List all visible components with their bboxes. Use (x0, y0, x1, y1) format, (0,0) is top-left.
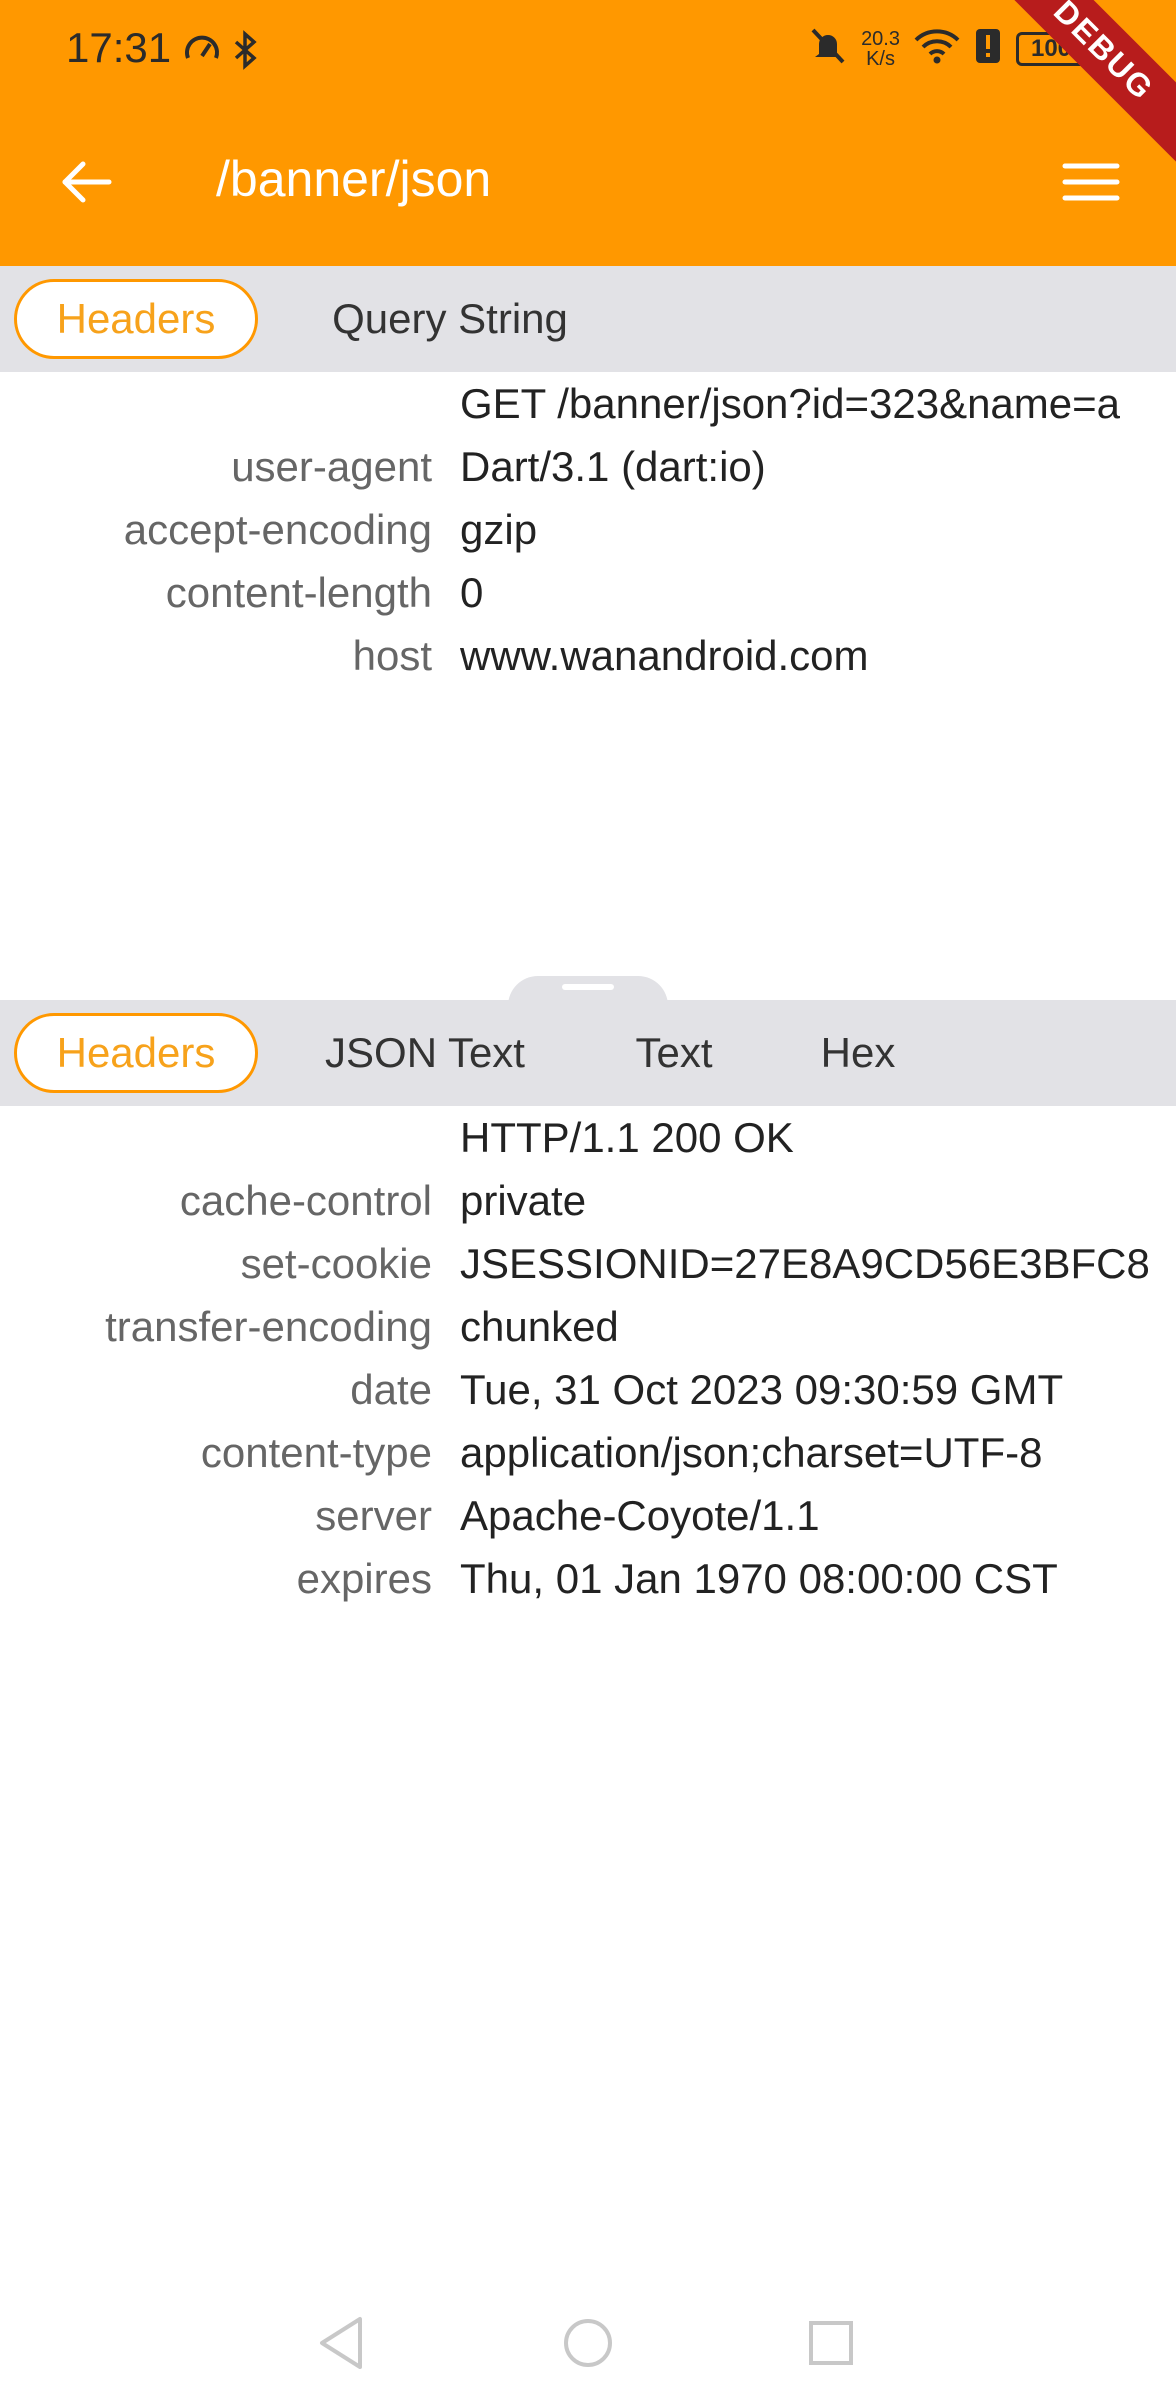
list-item: GET /banner/json?id=323&name=a (0, 372, 1176, 435)
menu-button[interactable] (1046, 144, 1136, 224)
header-key: host (352, 631, 432, 679)
header-value: Thu, 01 Jan 1970 08:00:00 CST (460, 1554, 1058, 1602)
header-key: transfer-encoding (105, 1302, 432, 1350)
list-item: HTTP/1.1 200 OK (0, 1106, 1176, 1169)
top-app-area: 17:31 20.3 K/s 100 DEBUG /banner/json (0, 0, 1176, 266)
list-item: set-cookie JSESSIONID=27E8A9CD56E3BFC8 (0, 1232, 1176, 1295)
header-value: Tue, 31 Oct 2023 09:30:59 GMT (460, 1365, 1064, 1413)
response-tabbar: Headers JSON Text Text Hex (0, 1000, 1176, 1106)
list-item: content-type application/json;charset=UT… (0, 1421, 1176, 1484)
app-bar: /banner/json (0, 120, 1176, 250)
header-value: 0 (460, 568, 484, 616)
header-key: accept-encoding (123, 505, 432, 553)
header-key: cache-control (179, 1176, 432, 1224)
drag-handle-grip-icon (562, 984, 614, 990)
list-item: transfer-encoding chunked (0, 1295, 1176, 1358)
response-headers-list: HTTP/1.1 200 OK cache-control private se… (0, 1106, 1176, 1610)
status-bar: 17:31 20.3 K/s 100 (0, 0, 1176, 100)
bell-muted-icon (809, 26, 847, 71)
nav-back-button[interactable] (306, 2310, 376, 2380)
response-tab-json-text[interactable]: JSON Text (300, 1013, 550, 1093)
header-value: www.wanandroid.com (460, 631, 869, 679)
list-item: date Tue, 31 Oct 2023 09:30:59 GMT (0, 1358, 1176, 1421)
nav-home-button[interactable] (553, 2310, 623, 2380)
header-key: set-cookie (240, 1239, 432, 1287)
alert-sim-icon (974, 27, 1002, 70)
response-tab-headers[interactable]: Headers (14, 1013, 258, 1093)
arrow-left-icon (59, 160, 113, 209)
header-value: gzip (460, 505, 538, 553)
page-title: /banner/json (216, 151, 492, 207)
list-item: expires Thu, 01 Jan 1970 08:00:00 CST (0, 1547, 1176, 1610)
list-item: server Apache-Coyote/1.1 (0, 1484, 1176, 1547)
bluetooth-icon (232, 30, 260, 75)
list-item: host www.wanandroid.com (0, 624, 1176, 687)
nav-home-circle-icon (561, 2316, 615, 2375)
response-tab-text[interactable]: Text (612, 1013, 736, 1093)
system-nav-bar (0, 2290, 1176, 2400)
header-value: Dart/3.1 (dart:io) (460, 442, 766, 490)
header-value: private (460, 1176, 587, 1224)
header-value: HTTP/1.1 200 OK (460, 1113, 794, 1161)
request-tab-headers[interactable]: Headers (14, 279, 258, 359)
header-value: JSESSIONID=27E8A9CD56E3BFC8 (460, 1239, 1150, 1287)
header-value: application/json;charset=UTF-8 (460, 1428, 1043, 1476)
header-key: server (315, 1491, 432, 1539)
speedometer-icon (182, 30, 222, 75)
header-key: user-agent (231, 442, 432, 490)
header-value: GET /banner/json?id=323&name=a (460, 379, 1121, 427)
request-headers-list: GET /banner/json?id=323&name=a user-agen… (0, 372, 1176, 687)
list-item: content-length 0 (0, 561, 1176, 624)
list-item: user-agent Dart/3.1 (dart:io) (0, 435, 1176, 498)
request-tabbar: Headers Query String (0, 266, 1176, 372)
header-key: expires (296, 1554, 432, 1602)
list-item: accept-encoding gzip (0, 498, 1176, 561)
nav-recents-square-icon (806, 2318, 856, 2373)
header-key: content-length (165, 568, 432, 616)
nav-recents-button[interactable] (796, 2310, 866, 2380)
network-speed: 20.3 K/s (861, 27, 900, 70)
header-value: chunked (460, 1302, 619, 1350)
header-value: Apache-Coyote/1.1 (460, 1491, 820, 1539)
header-key: content-type (200, 1428, 432, 1476)
header-key: date (350, 1365, 432, 1413)
response-tab-hex[interactable]: Hex (798, 1013, 918, 1093)
nav-back-triangle-icon (316, 2315, 366, 2376)
hamburger-menu-icon (1062, 162, 1120, 207)
back-button[interactable] (46, 144, 126, 224)
list-item: cache-control private (0, 1169, 1176, 1232)
status-time: 17:31 (66, 24, 172, 71)
request-tab-query-string[interactable]: Query String (300, 279, 600, 359)
wifi-icon (914, 26, 960, 71)
